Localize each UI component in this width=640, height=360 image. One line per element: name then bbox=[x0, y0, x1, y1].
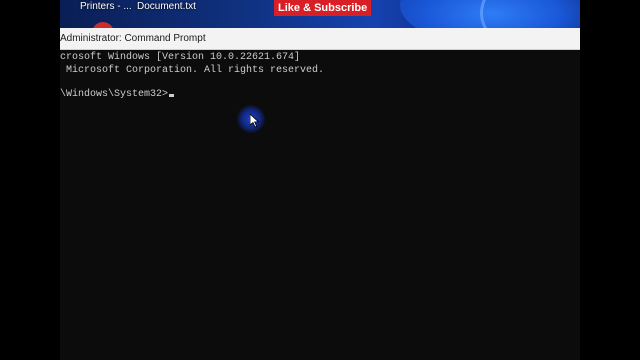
wallpaper-bloom-ring bbox=[480, 0, 580, 28]
command-prompt-window[interactable]: Administrator: Command Prompt Microsoft … bbox=[60, 28, 580, 360]
console-line-version: Microsoft Windows [Version 10.0.22621.67… bbox=[60, 52, 301, 63]
console-prompt: C:\Windows\System32> bbox=[60, 89, 169, 100]
console-line-copyright: (c) Microsoft Corporation. All rights re… bbox=[60, 65, 325, 76]
letterbox-left bbox=[0, 0, 60, 360]
window-title: Administrator: Command Prompt bbox=[60, 33, 206, 44]
desktop-icon-document-label[interactable]: Document.txt bbox=[137, 1, 196, 12]
mouse-pointer-icon bbox=[250, 114, 260, 128]
console-prompt-line[interactable]: C:\Windows\System32> bbox=[60, 89, 175, 102]
console-output[interactable]: Microsoft Windows [Version 10.0.22621.67… bbox=[60, 50, 580, 360]
desktop-icon-printers-label[interactable]: Printers - ... bbox=[80, 1, 132, 12]
title-bar[interactable]: Administrator: Command Prompt bbox=[60, 28, 580, 50]
like-subscribe-badge: Like & Subscribe bbox=[274, 0, 372, 16]
desktop-wallpaper: Printers - ... Document.txt Like & Subsc… bbox=[60, 0, 580, 28]
text-cursor bbox=[169, 94, 175, 97]
letterbox-right bbox=[580, 0, 640, 360]
screen: Printers - ... Document.txt Like & Subsc… bbox=[0, 0, 640, 360]
